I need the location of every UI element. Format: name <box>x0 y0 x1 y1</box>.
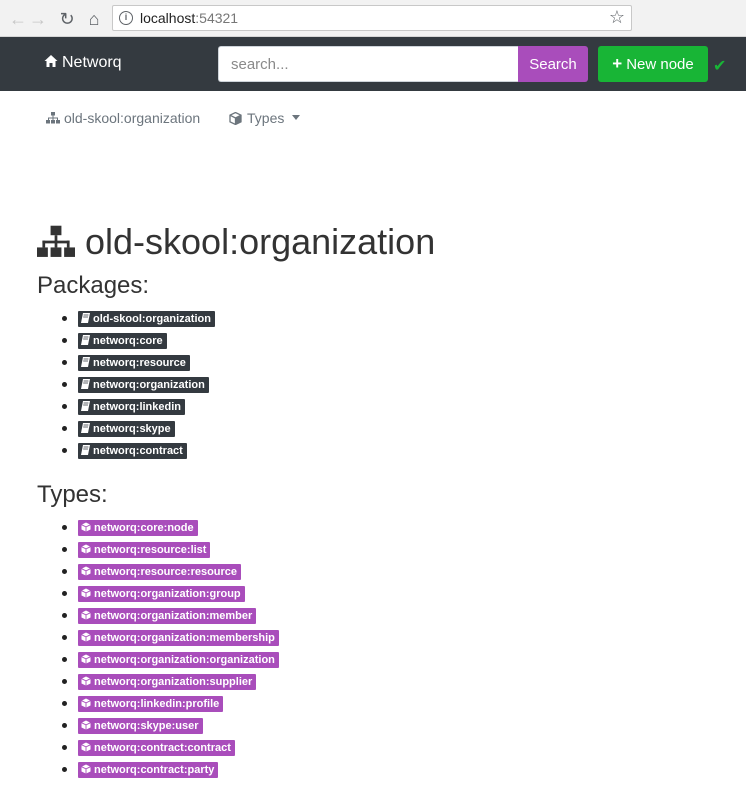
cube-icon <box>81 698 91 708</box>
cube-icon <box>81 588 91 598</box>
package-tag[interactable]: networq:core <box>78 333 167 349</box>
package-tag[interactable]: networq:contract <box>78 443 187 459</box>
type-label: networq:resource:list <box>94 544 207 556</box>
cube-icon <box>229 111 242 126</box>
browser-home-icon[interactable]: ⌂ <box>84 9 104 29</box>
type-label: networq:organization:organization <box>94 654 275 666</box>
package-label: old-skool:organization <box>93 313 211 325</box>
book-icon <box>81 357 90 367</box>
plus-icon: + <box>612 54 623 73</box>
package-label: networq:core <box>93 335 163 347</box>
cube-icon <box>81 544 91 554</box>
cube-icon <box>81 676 91 686</box>
type-label: networq:organization:supplier <box>94 676 253 688</box>
type-tag[interactable]: networq:linkedin:profile <box>78 696 224 712</box>
subnav-node-link[interactable]: old-skool:organization <box>46 110 200 126</box>
type-tag[interactable]: networq:organization:membership <box>78 630 279 646</box>
package-tag[interactable]: networq:resource <box>78 355 190 371</box>
sitemap-icon <box>37 225 75 257</box>
page-title: old-skool:organization <box>37 220 435 264</box>
type-tag[interactable]: networq:core:node <box>78 520 198 536</box>
sitemap-icon <box>46 112 60 124</box>
new-node-button[interactable]: + New node <box>598 46 708 82</box>
bookmark-star-icon[interactable]: ☆ <box>609 7 625 28</box>
book-icon <box>81 335 90 345</box>
type-tag[interactable]: networq:organization:member <box>78 608 257 624</box>
package-label: networq:organization <box>93 379 205 391</box>
brand-link[interactable]: Networq <box>44 54 122 72</box>
info-icon[interactable]: i <box>119 11 133 25</box>
forward-arrow-icon[interactable]: → <box>28 9 48 29</box>
reload-icon[interactable]: ↻ <box>57 9 77 29</box>
page-title-text: old-skool:organization <box>85 221 436 262</box>
subnav-node-label: old-skool:organization <box>64 110 201 126</box>
type-tag[interactable]: networq:skype:user <box>78 718 203 734</box>
cube-icon <box>81 522 91 532</box>
type-label: networq:skype:user <box>94 720 199 732</box>
package-label: networq:linkedin <box>93 401 181 413</box>
package-label: networq:skype <box>93 423 171 435</box>
url-port: :54321 <box>195 10 239 26</box>
type-label: networq:core:node <box>94 522 194 534</box>
cube-icon <box>81 742 91 752</box>
package-tag[interactable]: networq:skype <box>78 421 175 437</box>
package-tag[interactable]: old-skool:organization <box>78 311 215 327</box>
new-node-label: New node <box>626 56 694 73</box>
package-tag[interactable]: networq:linkedin <box>78 399 185 415</box>
packages-heading: Packages: <box>37 272 150 299</box>
type-label: networq:organization:member <box>94 610 253 622</box>
address-bar[interactable]: i localhost:54321 ☆ <box>112 5 632 31</box>
package-label: networq:resource <box>93 357 186 369</box>
type-label: networq:organization:group <box>94 588 241 600</box>
home-icon <box>44 55 58 67</box>
check-icon: ✔ <box>713 58 727 75</box>
caret-down-icon <box>292 115 301 120</box>
type-label: networq:linkedin:profile <box>94 698 220 710</box>
back-arrow-icon[interactable]: ← <box>8 9 28 29</box>
book-icon <box>81 445 90 455</box>
cube-icon <box>81 566 91 576</box>
cube-icon <box>81 654 91 664</box>
type-label: networq:contract:contract <box>94 742 231 754</box>
url-text: localhost:54321 <box>140 10 238 26</box>
url-host: localhost <box>140 10 196 26</box>
brand-label: Networq <box>62 54 122 71</box>
cube-icon <box>81 610 91 620</box>
browser-toolbar: ← → ↻ ⌂ i localhost:54321 ☆ <box>0 0 746 37</box>
search-input[interactable] <box>218 46 518 82</box>
cube-icon <box>81 764 91 774</box>
search-button[interactable]: Search <box>518 46 588 82</box>
type-tag[interactable]: networq:contract:contract <box>78 740 235 756</box>
package-tag[interactable]: networq:organization <box>78 377 209 393</box>
type-tag[interactable]: networq:contract:party <box>78 762 219 778</box>
types-dropdown[interactable]: Types <box>229 110 301 126</box>
type-tag[interactable]: networq:resource:resource <box>78 564 242 580</box>
cube-icon <box>81 720 91 730</box>
book-icon <box>81 423 90 433</box>
app-navbar: Networq Search +New node ✔ <box>0 37 746 91</box>
type-label: networq:resource:resource <box>94 566 238 578</box>
book-icon <box>81 379 90 389</box>
book-icon <box>81 401 90 411</box>
types-dropdown-label: Types <box>247 110 285 126</box>
type-tag[interactable]: networq:organization:organization <box>78 652 279 668</box>
types-heading: Types: <box>37 481 108 508</box>
package-label: networq:contract <box>93 445 183 457</box>
type-label: networq:contract:party <box>94 764 215 776</box>
book-icon <box>81 313 90 323</box>
type-tag[interactable]: networq:resource:list <box>78 542 211 558</box>
cube-icon <box>81 632 91 642</box>
type-tag[interactable]: networq:organization:group <box>78 586 245 602</box>
type-label: networq:organization:membership <box>94 632 275 644</box>
type-tag[interactable]: networq:organization:supplier <box>78 674 257 690</box>
